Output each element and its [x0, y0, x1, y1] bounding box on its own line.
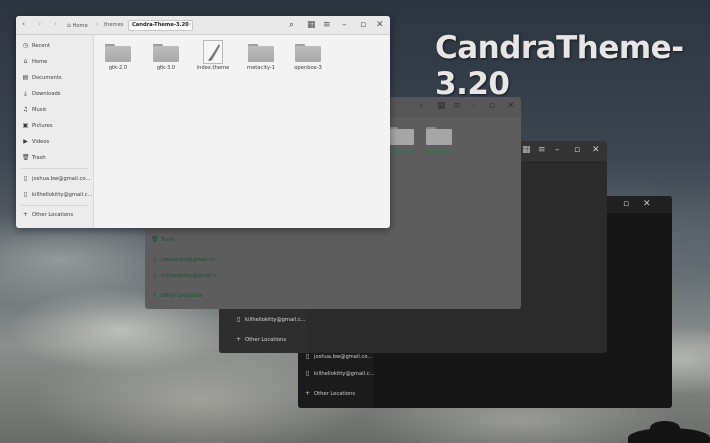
plus-icon: +	[151, 292, 158, 299]
sidebar-item-account-1[interactable]: ▯ joshua.bw@gmail.co...	[151, 256, 220, 263]
forward-button[interactable]: ›	[38, 19, 41, 28]
online-account-icon: ▯	[152, 272, 157, 279]
sidebar-divider	[21, 205, 88, 206]
wallpaper-rock	[650, 421, 680, 435]
sidebar-item-account-2[interactable]: ▯ killhellokitty@gmail.c...	[235, 316, 306, 323]
plus-icon: +	[22, 211, 29, 218]
folder-icon	[248, 44, 274, 62]
document-icon: ▤	[22, 74, 29, 81]
sidebar-item-downloads[interactable]: ⤓ Downloads	[22, 90, 60, 98]
home-icon: ⌂	[67, 22, 71, 29]
sidebar-item-account-2[interactable]: ▯ killhellokitty@gmail.c...	[22, 191, 93, 198]
breadcrumb-right-arrow[interactable]: ›	[189, 20, 192, 28]
wallpaper-title: CandraTheme-3.20	[435, 30, 684, 102]
sidebar-item-videos[interactable]: ▶ Videos	[22, 138, 49, 145]
folder-icon	[153, 44, 179, 62]
close-button[interactable]: ✕	[376, 21, 384, 30]
file-item-openbox[interactable]: openbox-3	[288, 44, 328, 71]
view-toggle-icon[interactable]: ▦	[437, 102, 446, 111]
music-icon: ♫	[22, 106, 29, 113]
clock-icon: ◷	[22, 42, 29, 49]
file-manager-window-1[interactable]: ‹ › ‹ ⌂ Home › themes Candra-Theme-3.20 …	[16, 16, 390, 228]
folder-icon[interactable]	[388, 127, 414, 145]
sidebar-item-account-2[interactable]: ▯ killhellokitty@gmail.c...	[304, 370, 375, 377]
breadcrumb-left-arrow[interactable]: ‹	[54, 19, 57, 28]
plus-icon: +	[235, 336, 242, 343]
trash-icon: 🗑	[22, 154, 30, 161]
online-account-icon: ▯	[23, 175, 28, 182]
maximize-button[interactable]: ▫	[623, 200, 629, 209]
breadcrumb-home[interactable]: ⌂ Home	[64, 20, 91, 31]
menu-icon[interactable]: ≡	[453, 102, 461, 111]
online-account-icon: ▯	[305, 370, 310, 377]
menu-icon[interactable]: ≡	[323, 21, 331, 30]
maximize-button[interactable]: ▫	[574, 146, 580, 155]
file-item-index-theme[interactable]: index.theme	[193, 40, 233, 71]
back-button[interactable]: ‹	[22, 19, 25, 28]
sidebar-item-home[interactable]: ⌂ Home	[22, 58, 48, 65]
close-button[interactable]: ✕	[643, 200, 651, 209]
online-account-icon: ▯	[23, 191, 28, 198]
sidebar-item-account-1[interactable]: ▯ joshua.bw@gmail.co...	[22, 175, 91, 182]
view-toggle-icon[interactable]: ▦	[522, 146, 531, 155]
file-label-openbox: openbox-3	[425, 149, 453, 155]
sidebar-divider	[21, 168, 88, 169]
file-item-gtk2[interactable]: gtk-2.0	[98, 44, 138, 71]
sidebar-item-account-2[interactable]: ▯ killhellokitty@gmail.c...	[151, 272, 222, 279]
minimize-button[interactable]: –	[555, 146, 560, 155]
sidebar-item-account-1[interactable]: ▯ joshua.bw@gmail.co...	[304, 353, 373, 360]
sidebar-item-recent[interactable]: ◷ Recent	[22, 42, 50, 49]
list-view-icon[interactable]: ≡	[538, 146, 546, 155]
plus-icon: +	[304, 390, 311, 397]
sidebar-item-other-locations[interactable]: + Other Locations	[22, 211, 73, 218]
sidebar: ◷ Recent ⌂ Home ▤ Documents ⤓ Downloads ♫ Mus…	[16, 35, 94, 228]
sidebar-item-other-locations[interactable]: + Other Locations	[304, 390, 355, 397]
file-item-metacity[interactable]: metacity-1	[241, 44, 281, 71]
close-button[interactable]: ✕	[592, 146, 600, 155]
sidebar-item-trash[interactable]: 🗑 Trash	[151, 236, 175, 243]
view-toggle-icon[interactable]: ▦	[307, 21, 316, 30]
online-account-icon: ▯	[236, 316, 241, 323]
sidebar-item-pictures[interactable]: ▣ Pictures	[22, 122, 53, 129]
folder-icon	[105, 44, 131, 62]
breadcrumb-themes[interactable]: themes	[101, 20, 126, 31]
search-icon[interactable]: ⌕	[289, 21, 294, 30]
folder-icon	[295, 44, 321, 62]
home-icon: ⌂	[23, 58, 28, 65]
folder-icon[interactable]	[426, 127, 452, 145]
breadcrumb-current[interactable]: Candra-Theme-3.20	[128, 20, 193, 31]
download-icon: ⤓	[24, 90, 27, 97]
maximize-button[interactable]: ▫	[360, 21, 366, 30]
online-account-icon: ▯	[152, 256, 157, 263]
file-item-gtk3[interactable]: gtk-3.0	[146, 44, 186, 71]
minimize-button[interactable]: –	[342, 21, 347, 30]
trash-icon: 🗑	[151, 236, 159, 243]
minimize-button[interactable]: –	[471, 102, 476, 111]
breadcrumb-separator: ›	[96, 21, 99, 28]
maximize-button[interactable]: ▫	[489, 102, 495, 111]
sidebar-item-documents[interactable]: ▤ Documents	[22, 74, 62, 81]
sidebar-item-music[interactable]: ♫ Music	[22, 106, 47, 113]
online-account-icon: ▯	[305, 353, 310, 360]
sidebar-item-other-locations[interactable]: + Other Locations	[151, 292, 202, 299]
close-button[interactable]: ✕	[507, 102, 515, 111]
sidebar-item-other-locations[interactable]: + Other Locations	[235, 336, 286, 343]
picture-icon: ▣	[22, 122, 29, 129]
search-icon[interactable]: ⌕	[419, 102, 424, 111]
video-icon: ▶	[23, 138, 28, 145]
sidebar-item-trash[interactable]: 🗑 Trash	[22, 154, 46, 161]
headerbar: ‹ › ‹ ⌂ Home › themes Candra-Theme-3.20 …	[16, 16, 390, 35]
theme-file-icon	[203, 40, 223, 64]
